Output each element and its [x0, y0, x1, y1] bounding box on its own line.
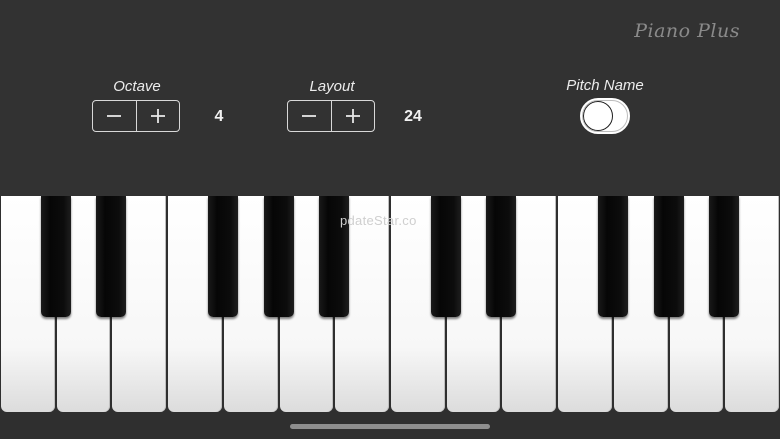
black-key[interactable]	[40, 196, 71, 317]
piano-app: Piano Plus Octave 4 Layout 24 Pitch Name	[0, 0, 780, 439]
pitch-name-toggle[interactable]	[580, 98, 630, 134]
black-key[interactable]	[207, 196, 238, 317]
black-key[interactable]	[709, 196, 740, 317]
octave-increment-button[interactable]	[135, 101, 180, 131]
black-key[interactable]	[319, 196, 350, 317]
layout-increment-button[interactable]	[330, 101, 375, 131]
piano-keyboard	[0, 196, 780, 416]
black-key[interactable]	[430, 196, 461, 317]
octave-stepper	[92, 100, 180, 132]
layout-label: Layout	[309, 78, 355, 95]
black-key[interactable]	[96, 196, 127, 317]
black-key[interactable]	[597, 196, 628, 317]
octave-decrement-button[interactable]	[93, 101, 136, 131]
pitch-name-label: Pitch Name	[566, 77, 644, 94]
black-key[interactable]	[653, 196, 684, 317]
app-brand: Piano Plus	[634, 20, 740, 42]
layout-decrement-button[interactable]	[288, 101, 331, 131]
octave-value: 4	[214, 108, 224, 125]
control-panel: Piano Plus Octave 4 Layout 24 Pitch Name	[0, 0, 780, 196]
layout-value: 24	[404, 108, 422, 125]
plus-icon	[150, 109, 165, 123]
black-key[interactable]	[263, 196, 294, 317]
octave-label: Octave	[113, 78, 161, 95]
minus-icon	[302, 115, 317, 117]
plus-icon	[345, 109, 360, 123]
black-key[interactable]	[486, 196, 517, 317]
toggle-knob	[583, 101, 613, 131]
layout-stepper	[287, 100, 375, 132]
minus-icon	[107, 115, 122, 117]
home-indicator[interactable]	[290, 424, 490, 429]
